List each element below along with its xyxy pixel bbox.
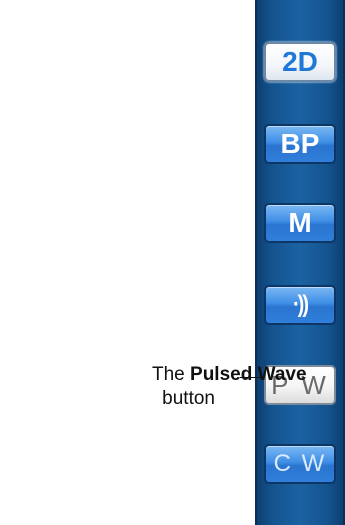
annotated-screenshot: 2D BP M ·)) P W C W The Pulsed Wave butt… xyxy=(0,0,345,525)
callout-line-1: The Pulsed Wave xyxy=(152,364,307,386)
2d-mode-button[interactable]: 2D xyxy=(264,42,336,82)
pulsed-wave-callout: The Pulsed Wave button xyxy=(150,364,307,410)
callout-line-2: button xyxy=(162,388,215,409)
callout-bold-text: Pulsed Wave xyxy=(190,364,307,385)
continuous-wave-button[interactable]: C W xyxy=(264,444,336,484)
callout-leader-line xyxy=(240,377,262,378)
bp-mode-button[interactable]: BP xyxy=(264,124,336,164)
callout-prefix: The xyxy=(152,364,191,385)
doppler-wave-button[interactable]: ·)) xyxy=(264,285,336,325)
wave-signal-icon: ·)) xyxy=(293,291,309,318)
mode-toolbar: 2D BP M ·)) P W C W xyxy=(255,0,345,525)
m-mode-button[interactable]: M xyxy=(264,203,336,243)
